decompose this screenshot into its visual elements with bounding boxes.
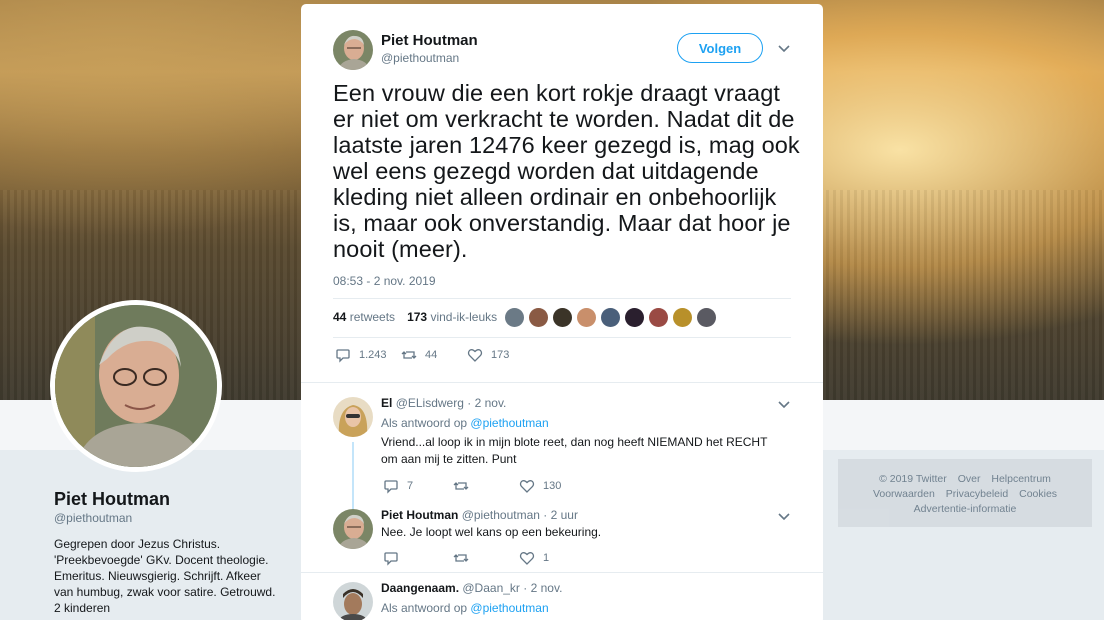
reply-icon <box>336 349 350 363</box>
chevron-down-icon[interactable] <box>775 396 793 414</box>
likes-label: vind-ik-leuks <box>430 310 498 324</box>
liker-avatar[interactable] <box>649 308 668 327</box>
reply-avatar[interactable] <box>333 509 373 549</box>
reply-author-name: El <box>381 396 393 410</box>
divider <box>333 337 791 338</box>
footer-copyright: © 2019 Twitter <box>879 473 947 485</box>
tweet-stats: 44 retweets 173 vind-ik-leuks <box>333 310 497 324</box>
reply-context: Als antwoord op @piethoutman <box>381 601 549 615</box>
reply-author[interactable]: El @ELisdwerg · 2 nov. <box>381 396 506 410</box>
thread-line <box>352 442 354 512</box>
retweet-action[interactable] <box>453 478 519 494</box>
liker-avatar[interactable] <box>529 308 548 327</box>
likes-count: 173 <box>407 310 428 324</box>
divider <box>333 298 791 299</box>
follow-button[interactable]: Volgen <box>677 33 763 63</box>
reply-author[interactable]: Daangenaam. @Daan_kr · 2 nov. <box>381 581 562 595</box>
footer-link-cookies[interactable]: Cookies <box>1019 488 1057 500</box>
tweet-text: Een vrouw die een kort rokje draagt vraa… <box>333 80 800 262</box>
profile-avatar-portrait <box>55 305 217 467</box>
reply-action[interactable]: 7 <box>383 478 453 494</box>
retweet-icon <box>453 554 469 562</box>
reply-author-name: Daangenaam. <box>381 581 460 595</box>
reply-author[interactable]: Piet Houtman @piethoutman · 2 uur <box>381 508 578 522</box>
tweet-actions: 1.243 44 173 <box>335 347 509 363</box>
reply-author-name: Piet Houtman <box>381 508 459 522</box>
reply-to-link[interactable]: @piethoutman <box>470 601 548 615</box>
reply-actions: 1 <box>383 550 549 566</box>
author-avatar[interactable] <box>333 30 373 70</box>
liker-avatar[interactable] <box>505 308 524 327</box>
reply-avatar[interactable] <box>333 397 373 437</box>
reply-actions: 7 130 <box>383 478 561 494</box>
footer-link-over[interactable]: Over <box>958 473 981 485</box>
liker-avatars <box>505 308 716 327</box>
reply-prefix: Als antwoord op <box>381 601 468 615</box>
reply-avatar[interactable] <box>333 582 373 620</box>
author-handle[interactable]: @piethoutman <box>381 51 459 65</box>
footer-link-privacy[interactable]: Privacybeleid <box>946 488 1008 500</box>
divider <box>301 382 823 383</box>
reply-text: Nee. Je loopt wel kans op een bekeuring. <box>381 525 602 539</box>
profile-name[interactable]: Piet Houtman <box>54 489 170 510</box>
profile-handle[interactable]: @piethoutman <box>54 511 132 525</box>
heart-icon <box>467 349 483 362</box>
retweet-action[interactable]: 44 <box>401 347 467 363</box>
liker-avatar[interactable] <box>625 308 644 327</box>
reply-count: 7 <box>407 480 414 492</box>
reply-author-handle: @Daan_kr <box>462 581 520 595</box>
retweet-icon <box>453 482 469 490</box>
author-avatar-portrait <box>333 30 373 70</box>
footer-links: © 2019 Twitter Over Helpcentrum Voorwaar… <box>838 459 1092 527</box>
footer-link-help[interactable]: Helpcentrum <box>991 473 1051 485</box>
reply-time: 2 nov. <box>474 396 507 410</box>
like-action[interactable]: 130 <box>519 478 561 494</box>
footer-link-ads-info[interactable]: Advertentie-informatie <box>914 503 1017 515</box>
retweets-label: retweets <box>349 310 396 324</box>
reply-action[interactable]: 1.243 <box>335 347 401 363</box>
retweet-action[interactable] <box>453 550 519 566</box>
reply-dot: · <box>523 581 528 595</box>
profile-bio: Gegrepen door Jezus Christus. 'Preekbevo… <box>54 537 276 615</box>
reply-author-handle: @ELisdwerg <box>395 396 464 410</box>
reply-dot: · <box>467 396 472 410</box>
reply-time: 2 nov. <box>530 581 563 595</box>
retweet-icon <box>401 351 417 359</box>
reply-to-link[interactable]: @piethoutman <box>470 416 548 430</box>
reply-dot: · <box>543 508 548 522</box>
divider <box>301 572 823 573</box>
reply-context: Als antwoord op @piethoutman <box>381 416 549 430</box>
profile-avatar[interactable] <box>50 300 222 472</box>
heart-icon <box>519 480 535 493</box>
like-count: 1 <box>543 552 550 564</box>
reply-action[interactable] <box>383 550 453 566</box>
footer-link-terms[interactable]: Voorwaarden <box>873 488 935 500</box>
chevron-down-icon[interactable] <box>775 40 793 58</box>
retweet-count: 44 <box>425 349 438 361</box>
reply-prefix: Als antwoord op <box>381 416 468 430</box>
liker-avatar[interactable] <box>673 308 692 327</box>
reply-time: 2 uur <box>550 508 578 522</box>
liker-avatar[interactable] <box>577 308 596 327</box>
reply-text: Vriend...al loop ik in mijn blote reet, … <box>381 435 768 466</box>
liker-avatar[interactable] <box>601 308 620 327</box>
heart-icon <box>519 552 535 565</box>
reply-count: 1.243 <box>359 349 387 361</box>
tweet-timestamp[interactable]: 08:53 - 2 nov. 2019 <box>333 274 436 288</box>
tweet-modal: Piet Houtman @piethoutman Volgen Een vro… <box>301 4 823 620</box>
like-action[interactable]: 1 <box>519 550 549 566</box>
reply-icon <box>384 552 398 566</box>
liker-avatar[interactable] <box>697 308 716 327</box>
reply-author-handle: @piethoutman <box>461 508 540 522</box>
liker-avatar[interactable] <box>553 308 572 327</box>
like-count: 130 <box>543 480 562 492</box>
retweets-stat[interactable]: 44 retweets <box>333 310 395 324</box>
author-name[interactable]: Piet Houtman <box>381 32 478 49</box>
retweets-count: 44 <box>333 310 347 324</box>
like-action[interactable]: 173 <box>467 347 509 363</box>
likes-stat[interactable]: 173 vind-ik-leuks <box>407 310 497 324</box>
like-count: 173 <box>491 349 510 361</box>
reply-icon <box>384 480 398 494</box>
